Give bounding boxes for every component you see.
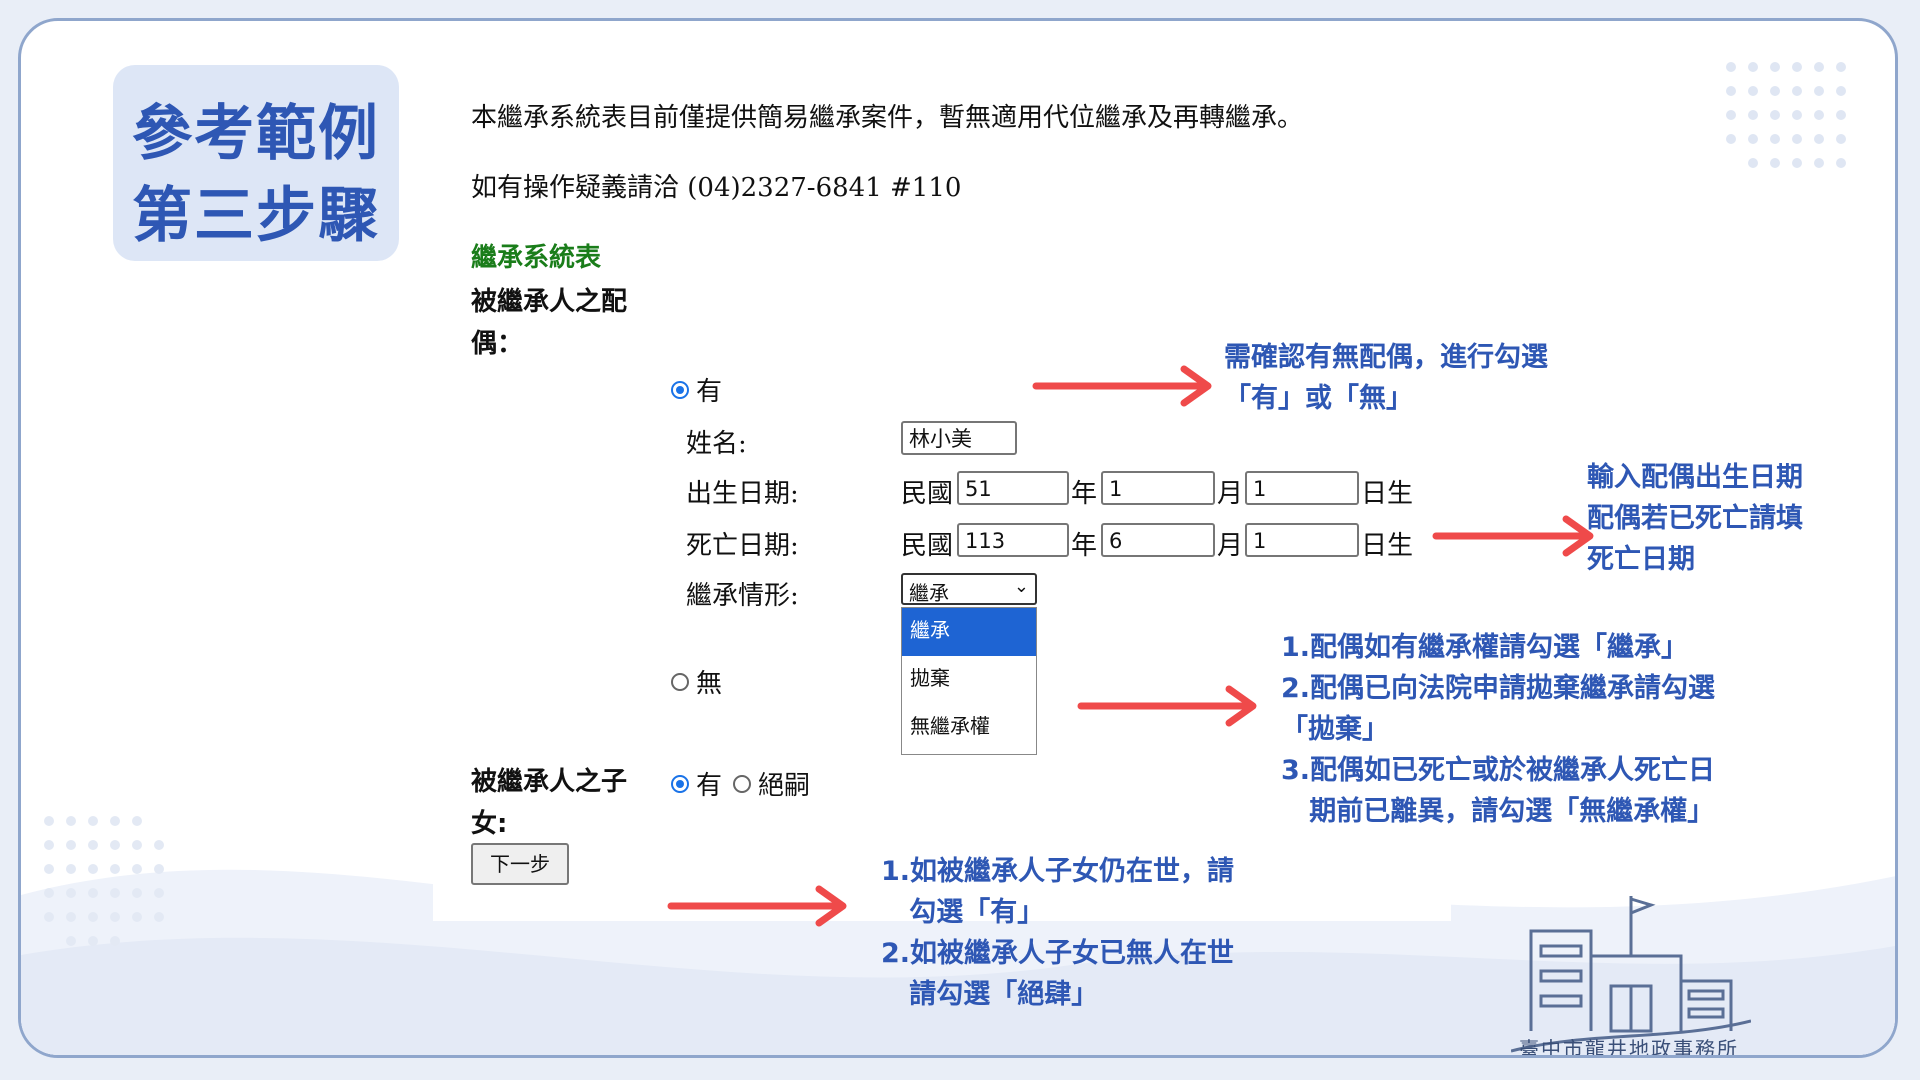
death-day-input[interactable]: 1 bbox=[1245, 523, 1359, 557]
death-date-label: 死亡日期: bbox=[686, 531, 799, 561]
note-line: 勾選「有」 bbox=[881, 897, 1045, 928]
children-yes-label: 有 bbox=[696, 771, 723, 801]
dot-grid-decoration bbox=[1726, 62, 1846, 168]
birth-year-unit: 年 bbox=[1071, 479, 1098, 509]
intro-text: 本繼承系統表目前僅提供簡易繼承案件，暫無適用代位繼承及再轉繼承。 bbox=[471, 103, 1304, 133]
title-box: 參考範例 第三步驟 bbox=[113, 65, 399, 261]
children-yes-radio[interactable] bbox=[671, 775, 689, 793]
children-label-line2: 女: bbox=[471, 809, 508, 839]
spouse-label: 被繼承人之配 偶： bbox=[471, 281, 627, 365]
dropdown-option-inherit[interactable]: 繼承 bbox=[902, 608, 1036, 656]
next-step-button[interactable]: 下一步 bbox=[471, 843, 569, 885]
children-label: 被繼承人之子 女: bbox=[471, 761, 627, 845]
arrow-right-icon bbox=[1032, 365, 1212, 407]
death-day-unit: 日生 bbox=[1361, 531, 1414, 561]
inherit-dropdown-list: 繼承 拋棄 無繼承權 bbox=[901, 607, 1037, 755]
inherit-status-select[interactable]: 繼承 ⌄ bbox=[901, 573, 1037, 605]
note-line: 2.配偶已向法院申請拋棄繼承請勾選 bbox=[1281, 673, 1716, 704]
spouse-no-label: 無 bbox=[696, 669, 723, 699]
children-none-radio[interactable] bbox=[733, 775, 751, 793]
note-line: 3.配偶如已死亡或於被繼承人死亡日 bbox=[1281, 755, 1716, 786]
arrow-right-icon bbox=[667, 885, 847, 927]
note-line: 死亡日期 bbox=[1587, 544, 1695, 575]
note-line: 2.如被繼承人子女已無人在世 bbox=[881, 938, 1235, 969]
children-none-label: 絕嗣 bbox=[758, 771, 811, 801]
spouse-label-line2: 偶： bbox=[471, 329, 524, 359]
name-label: 姓名: bbox=[686, 429, 747, 459]
death-month-input[interactable]: 6 bbox=[1101, 523, 1215, 557]
birth-date-label: 出生日期: bbox=[686, 479, 799, 509]
spouse-yes-label: 有 bbox=[696, 377, 723, 407]
note-line: 請勾選「絕肆」 bbox=[881, 979, 1099, 1010]
spouse-yes-radio[interactable] bbox=[671, 381, 689, 399]
note-line: 「拋棄」 bbox=[1281, 714, 1389, 745]
org-name: 臺中市龍井地政事務所 bbox=[1519, 1037, 1739, 1058]
death-month-unit: 月 bbox=[1217, 531, 1244, 561]
note-line: 輸入配偶出生日期 bbox=[1587, 462, 1803, 493]
inherit-status-label: 繼承情形: bbox=[686, 581, 799, 611]
note-line: 1.配偶如有繼承權請勾選「繼承」 bbox=[1281, 632, 1689, 663]
note-line: 1.如被繼承人子女仍在世，請 bbox=[881, 856, 1235, 887]
children-label-line1: 被繼承人之子 bbox=[471, 767, 628, 797]
note-line: 期前已離異，請勾選「無繼承權」 bbox=[1281, 796, 1715, 827]
note-line: 「有」或「無」 bbox=[1224, 383, 1413, 414]
inherit-selected-value: 繼承 bbox=[909, 581, 949, 605]
death-year-unit: 年 bbox=[1071, 531, 1098, 561]
section-heading: 繼承系統表 bbox=[471, 243, 602, 273]
dropdown-option-no-right[interactable]: 無繼承權 bbox=[902, 704, 1036, 752]
spouse-no-radio[interactable] bbox=[671, 673, 689, 691]
slide-frame: 參考範例 第三步驟 本繼承系統表目前僅提供簡易繼承案件，暫無適用代位繼承及再轉繼… bbox=[18, 18, 1898, 1058]
note-birth-death: 輸入配偶出生日期 配偶若已死亡請填 死亡日期 bbox=[1587, 457, 1803, 580]
death-year-input[interactable]: 113 bbox=[957, 523, 1069, 557]
birth-day-input[interactable]: 1 bbox=[1245, 471, 1359, 505]
note-children: 1.如被繼承人子女仍在世，請 勾選「有」 2.如被繼承人子女已無人在世 請勾選「… bbox=[881, 851, 1234, 1015]
title-line-1: 參考範例 bbox=[132, 99, 380, 169]
death-era-label: 民國 bbox=[901, 531, 954, 561]
arrow-right-icon bbox=[1077, 685, 1257, 727]
birth-era-label: 民國 bbox=[901, 479, 954, 509]
birth-month-input[interactable]: 1 bbox=[1101, 471, 1215, 505]
birth-year-input[interactable]: 51 bbox=[957, 471, 1069, 505]
note-inherit: 1.配偶如有繼承權請勾選「繼承」 2.配偶已向法院申請拋棄繼承請勾選 「拋棄」 … bbox=[1281, 627, 1715, 832]
title-line-2: 第三步驟 bbox=[132, 181, 380, 251]
note-line: 配偶若已死亡請填 bbox=[1587, 503, 1803, 534]
note-spouse-check: 需確認有無配偶，進行勾選 「有」或「無」 bbox=[1224, 337, 1548, 419]
note-line: 需確認有無配偶，進行勾選 bbox=[1224, 342, 1548, 373]
dropdown-option-renounce[interactable]: 拋棄 bbox=[902, 656, 1036, 704]
chevron-down-icon: ⌄ bbox=[1013, 576, 1029, 597]
dot-grid-decoration bbox=[44, 816, 164, 946]
contact-text: 如有操作疑義請洽 (04)2327-6841 #110 bbox=[471, 173, 962, 203]
arrow-right-icon bbox=[1432, 515, 1594, 557]
spouse-name-input[interactable]: 林小美 bbox=[901, 421, 1017, 455]
birth-day-unit: 日生 bbox=[1361, 479, 1414, 509]
spouse-label-line1: 被繼承人之配 bbox=[471, 287, 628, 317]
birth-month-unit: 月 bbox=[1217, 479, 1244, 509]
